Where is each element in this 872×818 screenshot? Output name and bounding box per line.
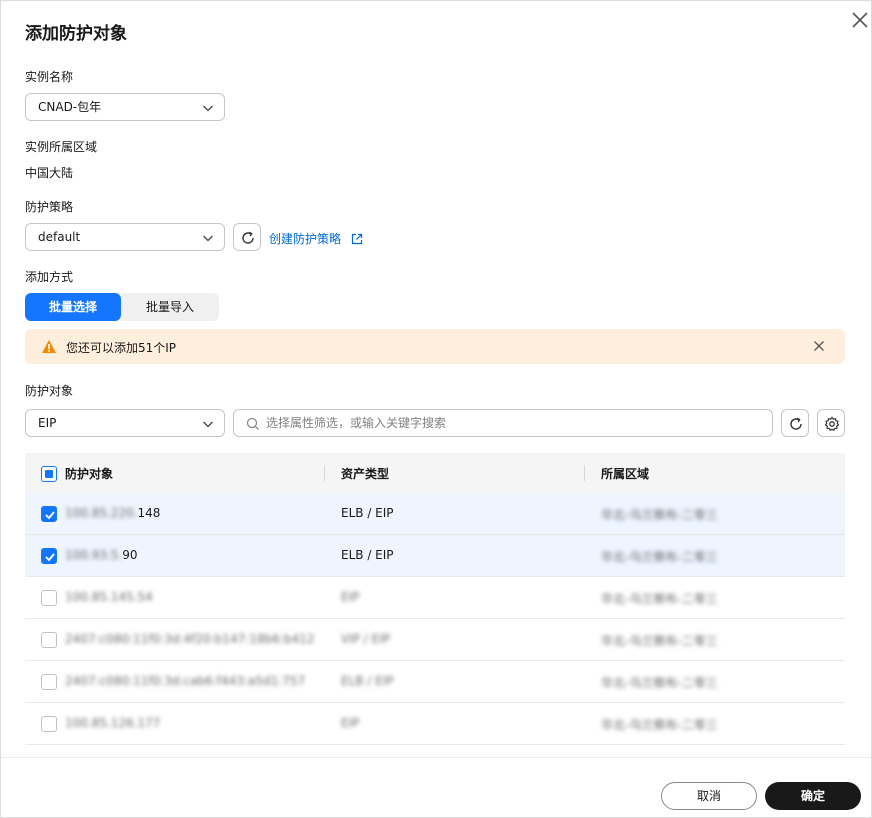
region-cell: 华北-乌兰察布-二零三 [601,676,718,690]
add-method-label: 添加方式 [25,270,74,284]
column-divider [584,465,585,481]
add-protected-object-dialog: 添加防护对象 实例名称 CNAD-包年 实例所属区域 中国大陆 防护策略 def… [0,0,872,818]
row-checkbox[interactable] [41,716,57,732]
row-checkbox[interactable] [41,548,57,564]
protection-policy-label: 防护策略 [25,200,74,214]
asset-type-cell: EIP [341,590,360,604]
region-cell: 华北-乌兰察布-二零三 [601,634,718,648]
resource-type-value: EIP [38,416,57,430]
asset-type-cell: ELB / EIP [341,548,394,562]
row-checkbox[interactable] [41,632,57,648]
check-icon [45,553,55,562]
select-all-checkbox[interactable] [41,466,57,482]
settings-button[interactable] [817,409,845,437]
row-checkbox[interactable] [41,506,57,522]
create-policy-link[interactable]: 创建防护策略 [269,230,363,247]
asset-type-cell: ELB / EIP [341,674,394,688]
row-checkbox[interactable] [41,674,57,690]
object-ip-cell: 2407:c080:11f0:3d:cab6:f443:a5d1:757 [65,674,306,688]
tab-batch-select[interactable]: 批量选择 [25,293,121,321]
refresh-policy-button[interactable] [233,223,261,251]
chevron-down-icon [203,105,213,112]
create-policy-link-label: 创建防护策略 [269,232,342,246]
region-cell: 华北-乌兰察布-二零三 [601,592,718,606]
instance-region-value: 中国大陆 [25,166,74,180]
external-link-icon [351,233,362,245]
instance-name-label: 实例名称 [25,70,74,84]
refresh-icon [790,417,802,430]
footer-divider [1,757,871,758]
tab-batch-import[interactable]: 批量导入 [121,293,219,321]
row-checkbox[interactable] [41,590,57,606]
object-ip-cell: 100.85.145.54 [65,590,153,604]
instance-select-value: CNAD-包年 [38,100,102,114]
policy-select-value: default [38,230,81,244]
search-box[interactable] [233,409,773,437]
column-header-asset-type: 资产类型 [341,467,390,481]
warning-icon [42,340,56,353]
ip-visible-part: 90 [122,548,138,562]
table-row[interactable]: 2407:c080:11f0:3d:4f20:b147:18b6:b412 VI… [25,619,845,661]
asset-type-cell: VIP / EIP [341,632,391,646]
object-ip-cell: 100.85.126.177 [65,716,161,730]
confirm-button[interactable]: 确定 [765,782,861,810]
chevron-down-icon [203,235,213,242]
search-icon [246,417,259,430]
asset-type-cell: EIP [341,716,360,730]
cancel-button[interactable]: 取消 [661,782,757,810]
ip-masked-part: 100.93.5. [65,548,123,562]
check-icon [45,511,55,520]
policy-select[interactable]: default [25,223,225,251]
object-ip-cell: 2407:c080:11f0:3d:4f20:b147:18b6:b412 [65,632,315,646]
table-row[interactable]: 100.93.5.90 ELB / EIP 华北-乌兰察布-二零三 [25,535,845,577]
chevron-down-icon [203,421,213,428]
search-input[interactable] [266,414,766,432]
object-ip-cell: 100.93.5.90 [65,548,138,562]
asset-type-cell: ELB / EIP [341,506,394,520]
column-header-object: 防护对象 [65,467,114,481]
close-icon[interactable] [849,9,871,31]
close-icon[interactable] [813,340,825,352]
region-cell: 华北-乌兰察布-二零三 [601,550,718,564]
region-cell: 华北-乌兰察布-二零三 [601,508,718,522]
table-header: 防护对象 资产类型 所属区域 [25,453,845,493]
instance-region-label: 实例所属区域 [25,140,98,154]
ip-masked-part: 100.85.220. [65,506,138,520]
protected-object-label: 防护对象 [25,384,74,398]
table-row[interactable]: 100.85.145.54 EIP 华北-乌兰察布-二零三 [25,577,845,619]
region-cell: 华北-乌兰察布-二零三 [601,718,718,732]
refresh-icon [242,231,254,244]
table-row[interactable]: 2407:c080:11f0:3d:cab6:f443:a5d1:757 ELB… [25,661,845,703]
table-row[interactable]: 100.85.220.148 ELB / EIP 华北-乌兰察布-二零三 [25,493,845,535]
dialog-title: 添加防护对象 [25,24,127,44]
protected-object-table: 防护对象 资产类型 所属区域 100.85.220.148 ELB / EIP … [25,453,845,745]
refresh-list-button[interactable] [781,409,809,437]
object-ip-cell: 100.85.220.148 [65,506,160,520]
alert-message: 您还可以添加51个IP [66,341,177,355]
column-divider [324,465,325,481]
ip-visible-part: 148 [137,506,161,520]
table-row[interactable]: 100.85.126.177 EIP 华北-乌兰察布-二零三 [25,703,845,745]
quota-alert: 您还可以添加51个IP [25,329,845,364]
instance-select[interactable]: CNAD-包年 [25,93,225,121]
column-header-region: 所属区域 [601,467,650,481]
resource-type-select[interactable]: EIP [25,409,225,437]
gear-icon [824,416,840,432]
